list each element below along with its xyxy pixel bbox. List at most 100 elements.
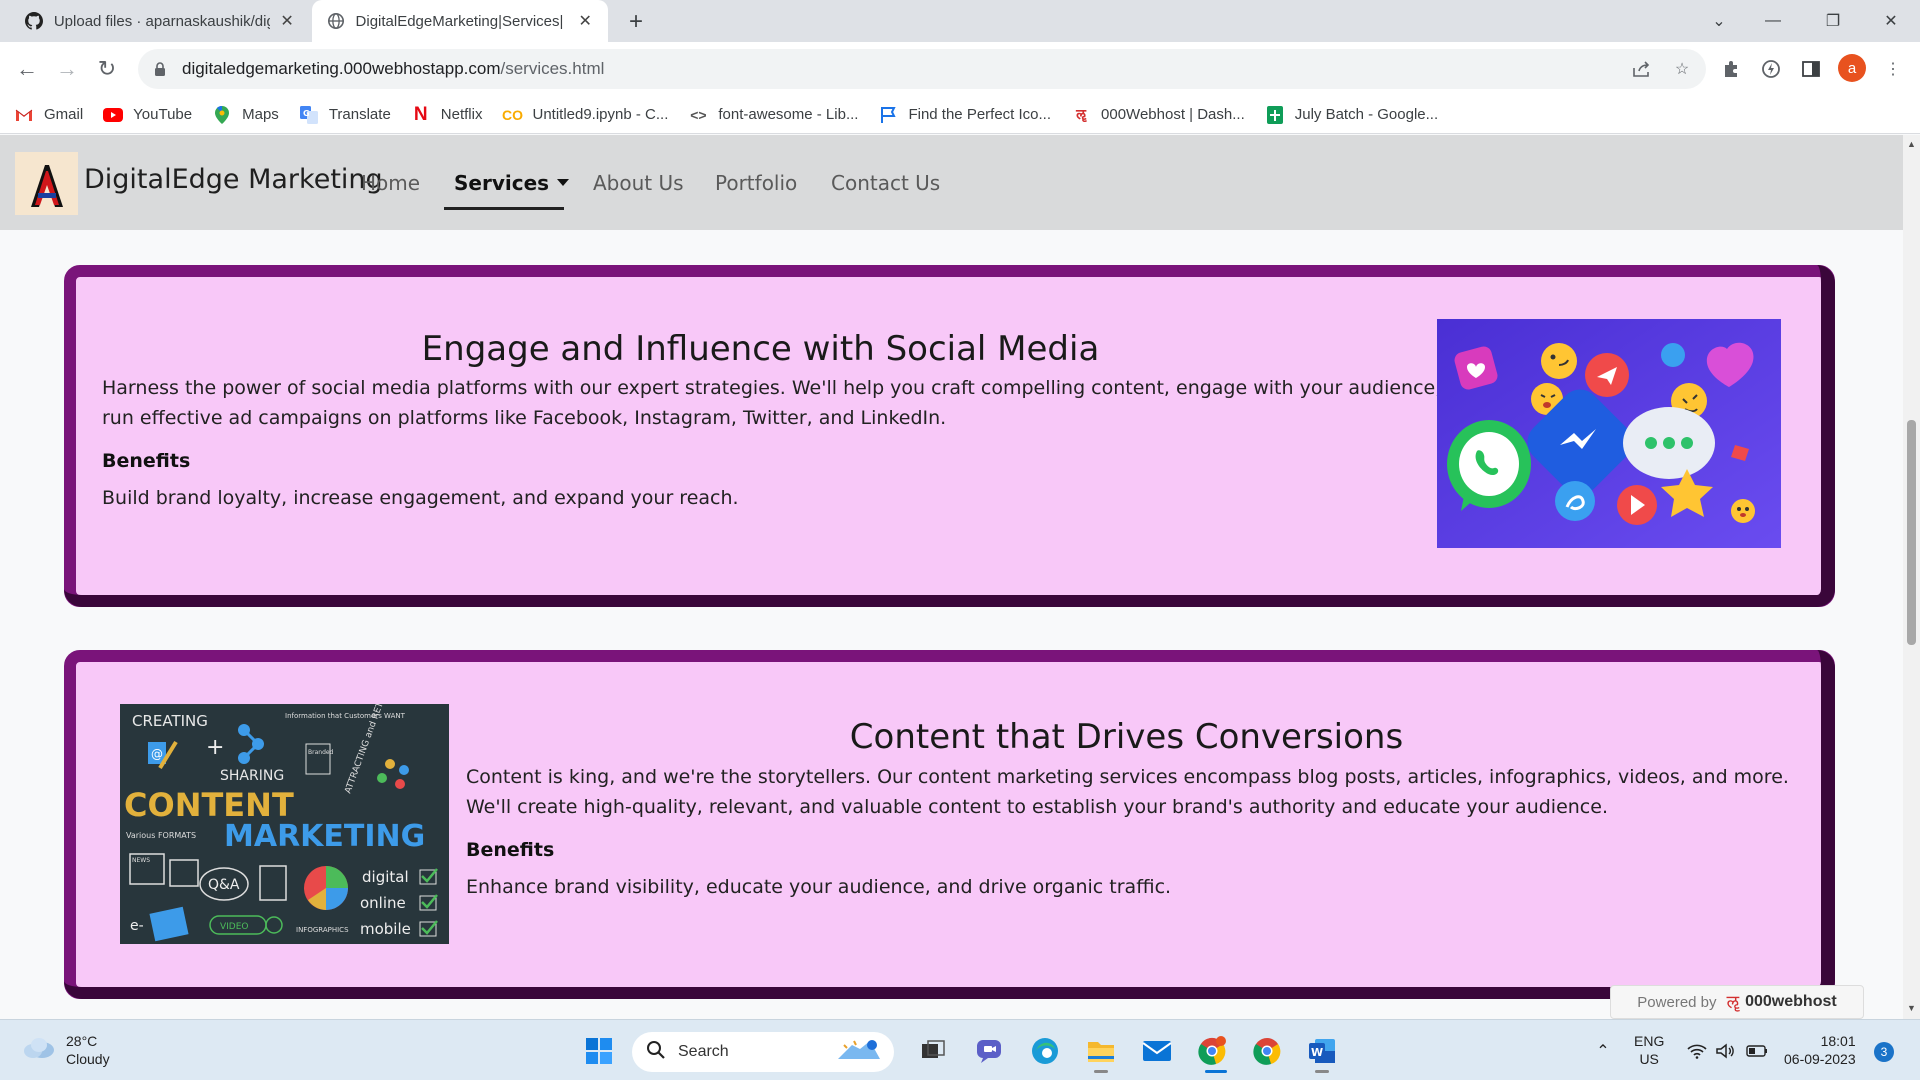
translate-icon: G [299,105,319,125]
nav-contact-us[interactable]: Contact Us [831,171,940,195]
svg-text:@: @ [151,747,163,761]
search-placeholder: Search [678,1043,729,1060]
notification-badge[interactable]: 3 [1874,1042,1894,1062]
teams-chat-icon[interactable] [970,1032,1008,1070]
active-indicator [1094,1070,1108,1073]
search-icon [646,1040,666,1065]
bookmark-font-awesome[interactable]: <> font-awesome - Lib... [688,105,858,125]
maps-icon [212,105,232,125]
lock-icon [154,61,168,77]
dropdown-caret-icon [557,179,570,186]
chrome-icon[interactable] [1248,1032,1286,1070]
scroll-up-arrow-icon[interactable]: ▲ [1906,139,1917,150]
nav-about-us[interactable]: About Us [593,171,684,195]
taskbar-search[interactable]: Search [632,1032,894,1072]
svg-text:e-: e- [130,918,144,934]
weather-widget[interactable]: 28°C Cloudy [22,1032,110,1068]
side-panel-icon[interactable] [1794,52,1828,86]
chevron-up-icon[interactable]: ⌃ [1592,1040,1614,1062]
minimize-button[interactable]: — [1758,6,1788,36]
svg-text:online: online [360,894,406,912]
performance-icon[interactable] [1754,52,1788,86]
forward-button[interactable]: → [50,52,84,86]
temperature: 28°C [66,1033,98,1049]
svg-text:W: W [1311,1046,1323,1059]
close-icon[interactable]: ✕ [576,12,594,30]
bookmarks-bar: Gmail YouTube Maps G Translate N Netflix … [0,96,1920,134]
extensions-icon[interactable] [1714,52,1748,86]
volume-icon[interactable] [1714,1040,1736,1062]
tab-services[interactable]: DigitalEdgeMarketing|Services| ✕ [312,0,608,42]
bookmark-000webhost[interactable]: ॡ 000Webhost | Dash... [1071,105,1245,125]
bookmark-maps[interactable]: Maps [212,105,279,125]
svg-text:Q&A: Q&A [208,877,240,893]
reload-button[interactable]: ↻ [90,52,124,86]
bookmark-star-icon[interactable]: ☆ [1670,57,1694,81]
new-tab-button[interactable]: + [622,8,650,36]
scroll-down-arrow-icon[interactable]: ▼ [1906,1003,1917,1014]
svg-text:G: G [303,109,310,118]
service-description: Content is king, and we're the storytell… [466,766,1789,818]
page-viewport: DigitalEdge Marketing Home Services Abou… [0,135,1903,1019]
back-button[interactable]: ← [10,52,44,86]
file-explorer-icon[interactable] [1082,1032,1120,1070]
battery-icon[interactable] [1746,1040,1768,1062]
tab-upload-files[interactable]: Upload files · aparnaskaushik/dig ✕ [10,0,310,42]
mail-icon[interactable] [1138,1032,1176,1070]
bookmark-find-icons[interactable]: Find the Perfect Ico... [878,105,1051,125]
benefits-text: Build brand loyalty, increase engagement… [102,487,739,509]
profile-avatar[interactable]: a [1838,54,1866,82]
restore-button[interactable]: ❐ [1818,6,1848,36]
language-indicator[interactable]: ENG US [1634,1032,1664,1068]
benefits-text: Enhance brand visibility, educate your a… [466,876,1172,898]
task-view-icon[interactable] [914,1032,952,1070]
url-text: digitaledgemarketing.000webhostapp.com/s… [182,59,605,78]
windows-start-icon[interactable] [580,1032,618,1070]
brand-name[interactable]: DigitalEdge Marketing [84,164,383,195]
svg-text:MARKETING: MARKETING [224,819,425,854]
share-icon[interactable] [1630,57,1654,81]
scrollbar-thumb[interactable] [1907,420,1916,645]
svg-text:INFOGRAPHICS: INFOGRAPHICS [296,926,349,934]
colab-icon: CO [501,106,523,123]
clock[interactable]: 18:01 06-09-2023 [1784,1032,1856,1068]
service-description: Harness the power of social media platfo… [102,377,1484,429]
svg-text:CREATING: CREATING [132,712,208,730]
nav-home[interactable]: Home [361,171,420,195]
bookmark-netflix[interactable]: N Netflix [411,104,483,125]
bookmark-colab[interactable]: CO Untitled9.ipynb - C... [502,105,668,125]
word-icon[interactable]: W [1303,1032,1341,1070]
powered-by-badge[interactable]: Powered by ॡ 000webhost [1610,985,1864,1019]
edge-browser-icon[interactable] [1026,1032,1064,1070]
bookmark-translate[interactable]: G Translate [299,105,391,125]
content-marketing-image: CREATING Information that Customers WANT… [120,704,449,944]
cloud-icon [22,1036,56,1065]
tab-strip: Upload files · aparnaskaushik/dig ✕ Digi… [0,0,1920,42]
svg-text:SHARING: SHARING [220,768,284,784]
menu-kebab-icon[interactable]: ⋮ [1876,52,1910,86]
chrome-profile-icon[interactable] [1193,1032,1231,1070]
bookmark-youtube[interactable]: YouTube [103,105,192,125]
webhost-icon: ॡ [1076,106,1086,122]
wifi-icon[interactable] [1686,1040,1708,1062]
nav-portfolio[interactable]: Portfolio [715,171,797,195]
page-scrollbar[interactable]: ▲ ▼ [1903,135,1920,1019]
close-window-button[interactable]: ✕ [1876,6,1906,36]
brand-logo[interactable] [15,152,78,215]
nav-services[interactable]: Services [454,171,570,195]
benefits-heading: Benefits [466,839,555,861]
service-title: Content that Drives Conversions [849,717,1404,757]
windows-taskbar: 28°C Cloudy Search W ⌃ ENG US 18:01 06-0… [0,1019,1920,1080]
site-navbar: DigitalEdge Marketing Home Services Abou… [0,135,1903,230]
tab-search-chevron-icon[interactable]: ⌄ [1704,6,1734,36]
svg-text:digital: digital [362,868,409,886]
svg-text:VIDEO: VIDEO [220,922,249,932]
close-icon[interactable]: ✕ [278,12,296,30]
address-bar[interactable]: digitaledgemarketing.000webhostapp.com/s… [138,49,1706,89]
bookmark-july-batch[interactable]: July Batch - Google... [1265,105,1438,125]
gmail-icon [14,105,34,125]
bookmark-gmail[interactable]: Gmail [14,105,83,125]
github-icon [24,11,44,31]
code-icon: <> [690,106,707,123]
active-indicator [1205,1070,1227,1073]
